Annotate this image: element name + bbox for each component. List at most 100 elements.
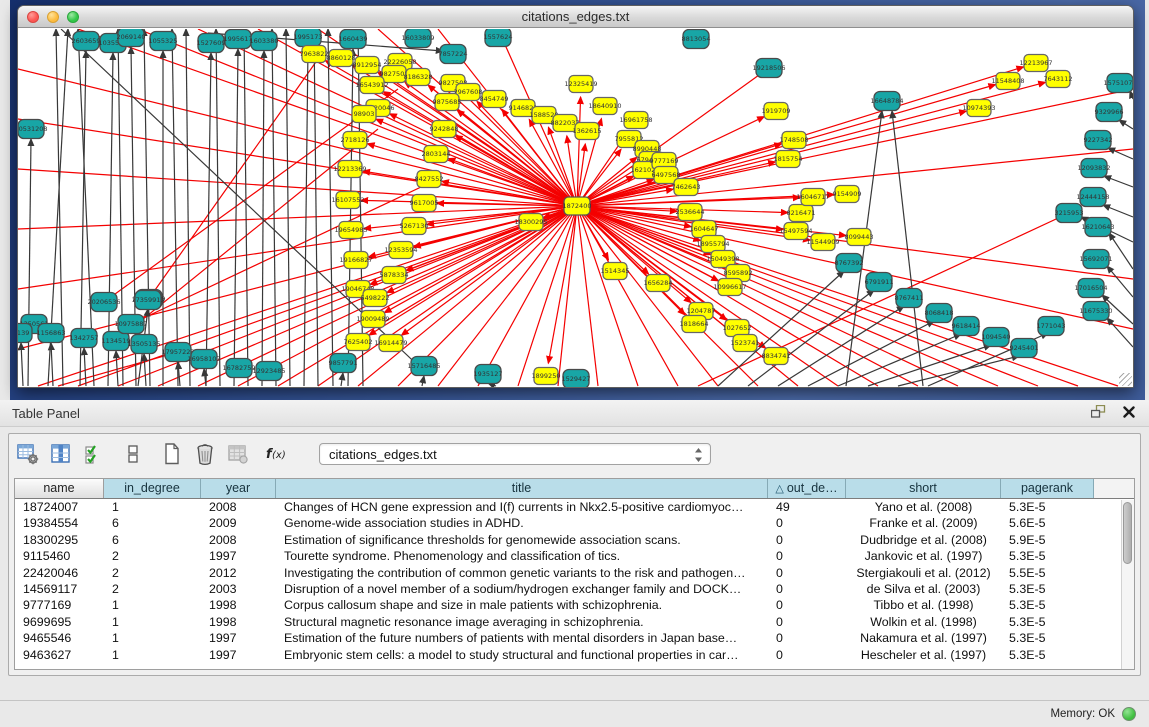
citation-graph[interactable]: 2603659103557120691401055325152760919956… xyxy=(18,29,1133,387)
table-row[interactable]: 2242004622012Investigating the contribut… xyxy=(15,565,1134,581)
window-resize-grip[interactable] xyxy=(1119,373,1132,386)
graph-node[interactable]: 12923485 xyxy=(252,362,285,381)
graph-node[interactable]: 1342757 xyxy=(70,329,99,348)
table-scrollbar-thumb[interactable] xyxy=(1123,502,1132,564)
citation-edge[interactable] xyxy=(1107,266,1133,297)
graph-node[interactable]: 1514345 xyxy=(601,263,630,280)
graph-node[interactable]: 8767411 xyxy=(895,289,924,308)
graph-node[interactable]: 12093832 xyxy=(1077,159,1110,178)
graph-node[interactable]: 7857224 xyxy=(439,45,468,64)
column-header-pagerank[interactable]: pagerank xyxy=(1001,479,1094,498)
graph-node[interactable]: 12213967 xyxy=(1019,55,1052,72)
citation-edge[interactable] xyxy=(272,29,276,386)
graph-node[interactable]: 8068418 xyxy=(925,304,954,323)
table-row[interactable]: 1456911722003Disruption of a novel membe… xyxy=(15,581,1134,597)
graph-node[interactable]: 16543912 xyxy=(355,77,388,94)
citation-edge[interactable] xyxy=(28,139,31,386)
graph-node[interactable]: 18640910 xyxy=(588,98,621,115)
graph-node[interactable]: 15497594 xyxy=(779,223,812,240)
table-row[interactable]: 977716911998Corpus callosum shape and si… xyxy=(15,597,1134,613)
graph-node[interactable]: 9617005 xyxy=(410,195,439,212)
citation-edge[interactable] xyxy=(186,29,190,386)
table-row[interactable]: 1830029562008Estimation of significance … xyxy=(15,532,1134,548)
graph-node[interactable]: 9227342 xyxy=(1084,131,1113,150)
rows-icon[interactable] xyxy=(120,441,146,467)
graph-node[interactable]: 8813054 xyxy=(682,30,711,49)
graph-node[interactable]: 12353594 xyxy=(384,242,417,259)
graph-node[interactable]: 16958107 xyxy=(187,350,220,369)
graph-node[interactable]: 2603659 xyxy=(72,32,101,51)
column-header-short[interactable]: short xyxy=(846,479,1001,498)
graph-node[interactable]: 7643112 xyxy=(1044,71,1073,88)
graph-node[interactable]: 1935127 xyxy=(474,365,503,384)
table-row[interactable]: 1872400712008Changes of HCN gene express… xyxy=(15,499,1134,515)
graph-node[interactable]: 16914479 xyxy=(374,335,407,352)
graph-node[interactable]: 1362615 xyxy=(573,123,602,140)
graph-node[interactable]: 5878334 xyxy=(380,267,409,284)
graph-node[interactable]: 8860128 xyxy=(327,50,356,67)
graph-node[interactable]: 6791911 xyxy=(865,273,894,292)
column-edit-icon[interactable] xyxy=(48,441,74,467)
graph-node[interactable]: 1995173 xyxy=(294,29,323,47)
graph-node[interactable]: 1660439 xyxy=(339,30,368,49)
graph-node[interactable]: 9875685 xyxy=(433,94,462,111)
graph-node[interactable]: 1134519 xyxy=(102,332,131,351)
graph-node[interactable]: 19009489 xyxy=(356,311,389,328)
graph-node[interactable]: 16648784 xyxy=(870,92,903,111)
citation-edge[interactable] xyxy=(206,53,211,386)
graph-node[interactable]: 11548408 xyxy=(991,73,1024,90)
graph-node[interactable]: 15716485 xyxy=(407,357,440,376)
zoom-window-button[interactable] xyxy=(67,11,79,23)
graph-node[interactable]: 1899250 xyxy=(532,368,561,385)
network-canvas[interactable]: 2603659103557120691401055325152760919956… xyxy=(18,29,1133,387)
function-builder-icon[interactable]: f(x) xyxy=(265,441,291,467)
graph-node[interactable]: 7963822 xyxy=(300,46,329,63)
graph-node[interactable]: 1527609 xyxy=(197,34,226,53)
graph-node[interactable]: 1156863 xyxy=(37,324,66,343)
graph-node[interactable]: 1603380 xyxy=(250,32,279,51)
graph-node[interactable]: 20206536 xyxy=(87,293,120,312)
graph-node[interactable]: 16210643 xyxy=(1081,218,1114,237)
graph-node[interactable]: 15751074 xyxy=(1103,74,1133,93)
graph-node[interactable]: 16961758 xyxy=(619,112,652,129)
graph-node[interactable]: 1995617 xyxy=(224,30,253,49)
table-row[interactable]: 946362711997Embryonic stem cells: a mode… xyxy=(15,647,1134,663)
memory-indicator[interactable] xyxy=(1122,707,1136,721)
graph-node[interactable]: 11544909 xyxy=(806,234,839,251)
graph-node[interactable]: 16033809 xyxy=(401,29,434,48)
graph-node[interactable]: 1919709 xyxy=(762,103,791,120)
citation-edge[interactable] xyxy=(846,111,882,386)
citation-edge[interactable] xyxy=(422,376,424,386)
citation-edge[interactable] xyxy=(1104,176,1133,187)
new-document-icon[interactable] xyxy=(159,441,185,467)
graph-node[interactable]: 16046717 xyxy=(796,189,829,206)
citation-edge[interactable] xyxy=(1103,205,1133,217)
graph-node[interactable]: 1094540 xyxy=(982,328,1011,347)
table-row[interactable]: 946554611997Estimation of the future num… xyxy=(15,630,1134,646)
graph-node[interactable]: 8912954 xyxy=(353,57,382,74)
citation-edge[interactable] xyxy=(18,206,577,289)
graph-node[interactable]: 9242848 xyxy=(430,121,459,138)
select-rows-icon[interactable] xyxy=(81,441,107,467)
table-selector-dropdown[interactable]: citations_edges.txt xyxy=(319,443,711,465)
column-header-year[interactable]: year xyxy=(201,479,276,498)
citation-edge[interactable] xyxy=(1119,120,1133,129)
graph-node[interactable]: 2069140 xyxy=(117,29,146,47)
graph-node[interactable]: 7625402 xyxy=(344,334,373,351)
citation-edge[interactable] xyxy=(18,206,577,229)
graph-node[interactable]: 1656284 xyxy=(644,275,673,292)
graph-node[interactable]: 1748508 xyxy=(780,132,809,149)
citation-edge[interactable] xyxy=(172,29,178,386)
graph-node[interactable]: 9154909 xyxy=(833,186,862,203)
citation-edge[interactable] xyxy=(341,373,343,386)
citation-edge[interactable] xyxy=(198,29,577,206)
table-row[interactable]: 1938455462009Genome-wide association stu… xyxy=(15,515,1134,531)
graph-node[interactable]: 16107552 xyxy=(331,192,364,209)
graph-node[interactable]: 10974393 xyxy=(962,100,995,117)
float-panel-icon[interactable] xyxy=(1091,405,1106,421)
graph-node[interactable]: 20531208 xyxy=(18,120,48,139)
graph-node[interactable]: 8767392 xyxy=(835,254,864,273)
graph-node[interactable]: 17016504 xyxy=(1074,279,1107,298)
table-settings-icon[interactable] xyxy=(15,441,41,467)
close-window-button[interactable] xyxy=(27,11,39,23)
